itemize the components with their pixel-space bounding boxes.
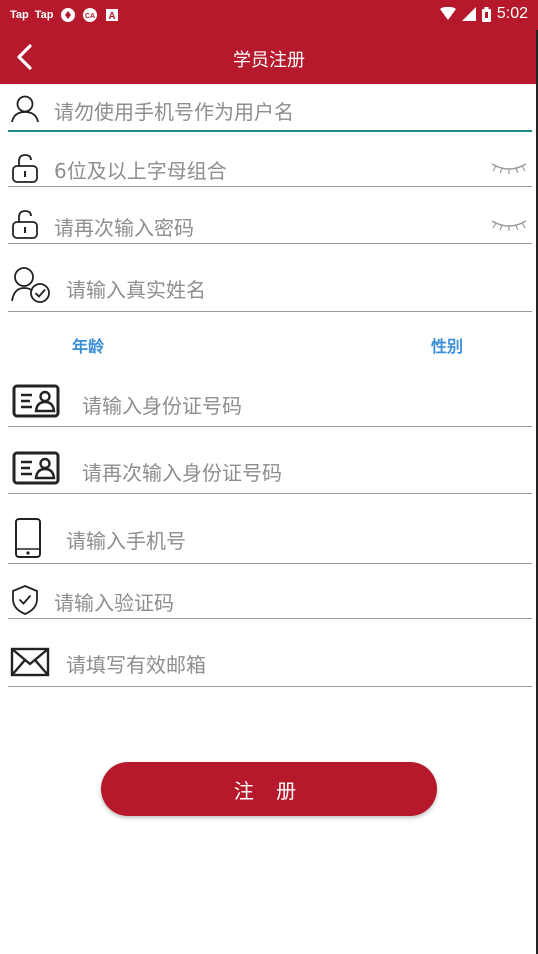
- signal-icon: [461, 7, 476, 21]
- age-label[interactable]: 年龄: [72, 333, 104, 357]
- id-number-field[interactable]: 请输入身份证号码: [8, 370, 532, 427]
- real-name-placeholder: 请输入真实姓名: [66, 278, 206, 302]
- email-field[interactable]: 请填写有效邮箱: [8, 632, 532, 687]
- a-icon: A: [105, 9, 118, 22]
- password-field[interactable]: 6位及以上字母组合: [8, 142, 532, 187]
- tap-app-label: Tap: [34, 9, 54, 21]
- wifi-icon: [439, 7, 456, 20]
- shield-check-icon: [12, 585, 38, 615]
- phone-field[interactable]: 请输入手机号: [8, 505, 532, 564]
- battery-icon: [481, 6, 491, 22]
- gender-label[interactable]: 性别: [431, 333, 463, 357]
- lock-icon: [12, 210, 38, 239]
- confirm-password-placeholder: 请再次输入密码: [54, 216, 194, 240]
- id-card-icon: [12, 451, 60, 485]
- verify-code-field[interactable]: 请输入验证码: [8, 575, 532, 619]
- mail-icon: [10, 647, 50, 677]
- confirm-id-number-field[interactable]: 请再次输入身份证号码: [8, 437, 532, 494]
- status-bar: Tap Tap CA A 5:02: [0, 0, 538, 30]
- svg-text:A: A: [108, 11, 115, 22]
- eye-closed-icon[interactable]: [490, 217, 528, 231]
- id-number-placeholder: 请输入身份证号码: [82, 394, 242, 418]
- infinity-icon: CA: [82, 8, 97, 22]
- status-time: 5:02: [496, 5, 528, 22]
- svg-text:CA: CA: [84, 13, 94, 20]
- password-placeholder: 6位及以上字母组合: [54, 159, 227, 183]
- age-gender-row: 年龄 性别: [0, 333, 538, 357]
- email-placeholder: 请填写有效邮箱: [66, 653, 206, 677]
- tap-app-label: Tap: [10, 9, 29, 21]
- confirm-password-field[interactable]: 请再次输入密码: [8, 199, 532, 244]
- verify-code-placeholder: 请输入验证码: [54, 591, 174, 615]
- app-bar: 学员注册: [0, 30, 538, 84]
- eye-closed-icon[interactable]: [490, 160, 528, 174]
- user-check-icon: [11, 267, 50, 303]
- page-title: 学员注册: [233, 50, 305, 71]
- register-button[interactable]: 注 册: [101, 762, 437, 816]
- phone-placeholder: 请输入手机号: [66, 529, 186, 553]
- user-icon: [11, 95, 39, 123]
- username-field[interactable]: 请勿使用手机号作为用户名: [8, 84, 532, 132]
- real-name-field[interactable]: 请输入真实姓名: [8, 256, 532, 312]
- vpn-icon: [60, 8, 75, 22]
- confirm-id-number-placeholder: 请再次输入身份证号码: [82, 461, 282, 485]
- phone-icon: [15, 518, 41, 558]
- lock-icon: [12, 154, 38, 183]
- id-card-icon: [12, 384, 60, 418]
- username-placeholder: 请勿使用手机号作为用户名: [54, 100, 294, 124]
